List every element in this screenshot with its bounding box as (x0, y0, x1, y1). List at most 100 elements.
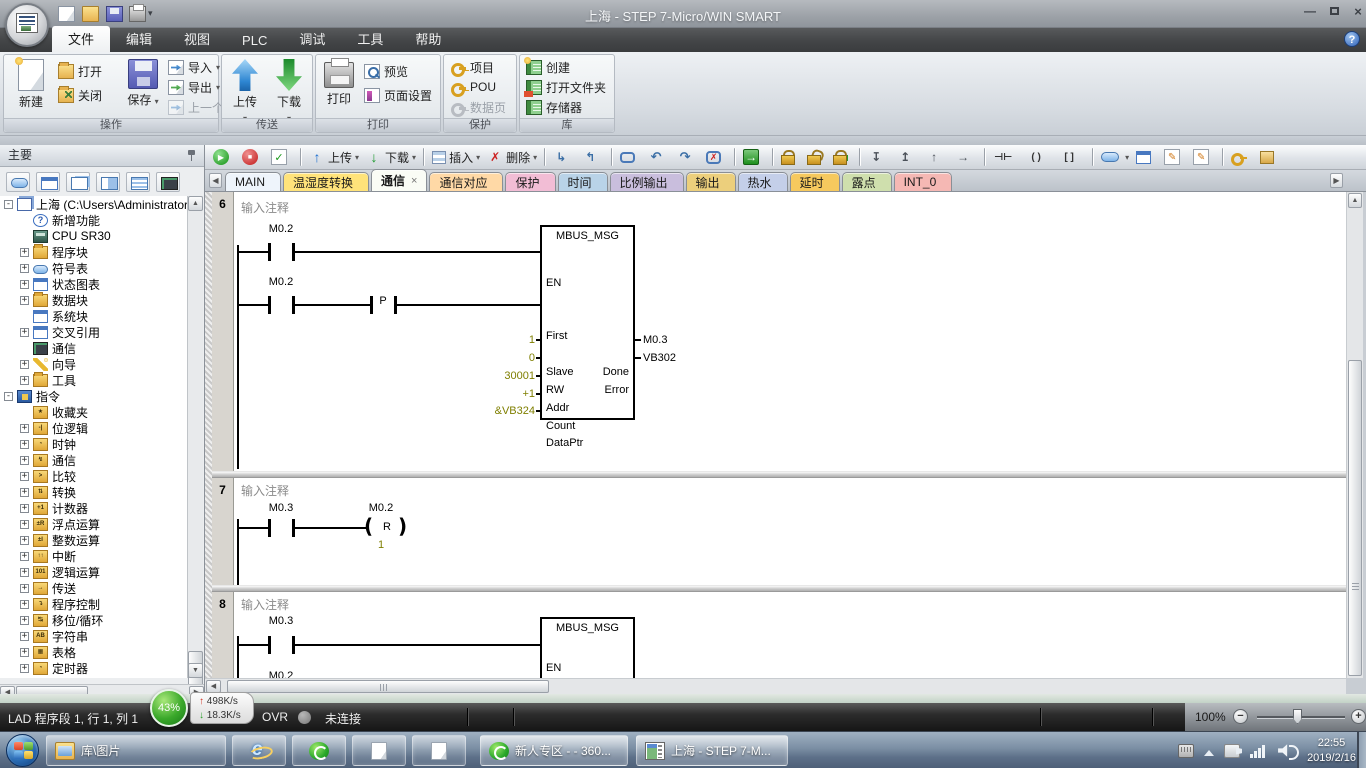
editor-vertical-scrollbar[interactable]: ▲ (1346, 192, 1363, 678)
tree-item[interactable]: +⇅转换 (0, 484, 188, 500)
import-button[interactable]: 导入▾ (168, 57, 220, 77)
editor-tab[interactable]: 延时 (790, 172, 840, 191)
tree-item[interactable]: 系统块 (0, 308, 188, 324)
close-button[interactable]: × (1348, 4, 1366, 20)
network-signal-icon[interactable] (1250, 744, 1268, 758)
menu-item[interactable]: 视图 (168, 26, 226, 52)
tree-item[interactable]: +◔定时器 (0, 660, 188, 676)
tree-expander[interactable]: + (20, 248, 29, 257)
editor-tab[interactable]: 时间 (558, 172, 608, 191)
tree-item[interactable]: +符号表 (0, 260, 188, 276)
param-value[interactable]: 0 (455, 352, 535, 364)
library-create-button[interactable]: 创建 (526, 57, 570, 77)
tree-item[interactable]: ++1计数器 (0, 500, 188, 516)
app-menu-orb[interactable] (5, 3, 49, 47)
tree-expander[interactable]: + (20, 648, 29, 657)
edit-symbols-icon[interactable]: ✎ (1191, 147, 1217, 167)
menu-item[interactable]: 调试 (283, 26, 341, 52)
tree-item[interactable]: +工具 (0, 372, 188, 388)
table-icon[interactable] (1134, 147, 1159, 167)
editor-tab[interactable]: MAIN (225, 172, 281, 191)
function-block[interactable]: MBUS_MSG EN (540, 617, 635, 678)
export-button[interactable]: 导出▾ (168, 77, 220, 97)
library-memory-button[interactable]: 存储器 (526, 97, 582, 117)
memory-percent-ball[interactable]: 43% (150, 689, 188, 727)
tab-scroll-left-icon[interactable]: ◀ (209, 173, 222, 188)
tree-item[interactable]: ?新增功能 (0, 212, 188, 228)
tree-item[interactable]: 通信 (0, 340, 188, 356)
address-tag-icon[interactable]: ▾ (1099, 147, 1131, 167)
tree-item[interactable]: +±R浮点运算 (0, 516, 188, 532)
tree-item[interactable]: +AB字符串 (0, 628, 188, 644)
stamp-icon[interactable] (1258, 147, 1282, 167)
taskbar-document-button[interactable] (352, 735, 406, 766)
output-operand[interactable]: M0.3 (643, 334, 687, 346)
param-value[interactable]: &VB324 (455, 405, 535, 417)
tree-item[interactable]: +↴程序控制 (0, 596, 188, 612)
taskbar-step7-button[interactable]: 上海 - STEP 7-M... (636, 735, 788, 766)
tree-item[interactable]: +状态图表 (0, 276, 188, 292)
tab-scroll-right-icon[interactable]: ▶ (1330, 173, 1343, 188)
tree-item[interactable]: +>比较 (0, 468, 188, 484)
tree-expander[interactable]: + (20, 488, 29, 497)
tree-item[interactable]: +数据块 (0, 292, 188, 308)
function-block[interactable]: MBUS_MSG EN First Slave RW Addr Count Da… (540, 225, 635, 420)
menu-item[interactable]: 文件 (52, 26, 110, 52)
volume-icon[interactable] (1278, 744, 1297, 758)
start-button[interactable] (6, 734, 39, 767)
tree-expander[interactable]: + (20, 616, 29, 625)
insert-icon[interactable]: 插入▾ (430, 147, 482, 167)
compile-icon[interactable]: ✓ (269, 147, 295, 167)
coil-icon[interactable]: ( ) (1024, 147, 1054, 167)
scroll-down-icon[interactable]: ▼ (188, 663, 203, 678)
preview-button[interactable]: 预览 (364, 61, 408, 81)
editor-tab[interactable]: 通信× (371, 169, 427, 191)
box-icon[interactable]: [ ] (1057, 147, 1087, 167)
contact-label[interactable]: M0.2 (255, 276, 307, 288)
coil-close-paren[interactable]: ) (398, 516, 407, 536)
branch-down-icon[interactable]: ↳ (551, 147, 577, 167)
upload-icon[interactable]: ↑上传▾ (307, 147, 361, 167)
tree-item[interactable]: +▦表格 (0, 644, 188, 660)
editor-tab[interactable]: 保护 (505, 172, 555, 191)
tree-expander[interactable]: + (20, 552, 29, 561)
open-button[interactable]: 打开 (58, 61, 102, 81)
new-button[interactable]: 新建 (8, 58, 54, 118)
contact-label[interactable]: M0.3 (255, 615, 307, 627)
contact-bar[interactable] (268, 519, 271, 537)
scrollbar-thumb[interactable] (227, 680, 549, 693)
tree-expander[interactable]: + (20, 264, 29, 273)
unlock-icon[interactable] (805, 147, 828, 167)
tree-expander[interactable]: + (20, 520, 29, 529)
tree-item[interactable]: ★收藏夹 (0, 404, 188, 420)
wire-right-icon[interactable]: → (953, 147, 979, 167)
tree-item[interactable]: +101逻辑运算 (0, 564, 188, 580)
tree-expander[interactable]: + (20, 456, 29, 465)
tree-expander[interactable]: + (20, 424, 29, 433)
tree-expander[interactable]: + (20, 600, 29, 609)
zoom-in-icon[interactable]: + (1351, 709, 1366, 724)
key-icon[interactable] (1229, 147, 1255, 167)
help-icon[interactable]: ? (1344, 31, 1360, 47)
editor-tab[interactable]: 温湿度转换 (283, 172, 369, 191)
tree-expander[interactable]: + (20, 328, 29, 337)
power-plug-icon[interactable] (1224, 744, 1240, 758)
symbol-view-icon[interactable] (6, 172, 30, 192)
coil-open-paren[interactable]: ( (364, 516, 373, 536)
data-view-icon[interactable] (96, 172, 120, 192)
ladder-editor[interactable]: 6 输入注释 M0.2 M0.2 P MBUS_MSG EN First Sla… (205, 192, 1346, 678)
tree-expander[interactable]: + (20, 472, 29, 481)
page-setup-button[interactable]: 页面设置 (364, 85, 432, 105)
save-button[interactable]: 保存 ▾ (120, 58, 166, 118)
protect-datapage-button[interactable]: 数据页 (450, 97, 506, 117)
tree-expander[interactable]: - (4, 392, 13, 401)
taskbar-explorer-button[interactable]: 库\图片 (46, 735, 226, 766)
delete-icon[interactable]: ✗删除▾ (485, 147, 539, 167)
contact-label[interactable]: M0.2 (255, 223, 307, 235)
tree-item[interactable]: +向导 (0, 356, 188, 372)
contact-icon[interactable]: ⊣⊢ (991, 147, 1021, 167)
editor-tab[interactable]: 露点 (842, 172, 892, 191)
maximize-button[interactable] (1324, 4, 1344, 20)
editor-tab[interactable]: 热水 (738, 172, 788, 191)
keyboard-icon[interactable] (1178, 744, 1194, 758)
